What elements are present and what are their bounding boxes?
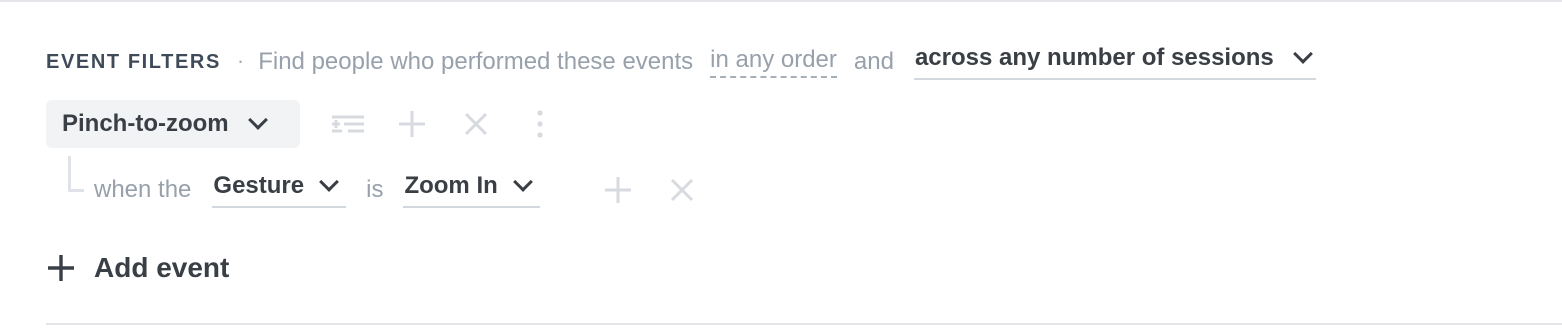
event-actions bbox=[330, 100, 558, 148]
filters-description: Find people who performed these events bbox=[258, 48, 694, 75]
more-vertical-icon bbox=[537, 110, 543, 138]
add-condition-button[interactable] bbox=[600, 172, 636, 208]
event-filters-header: EVENT FILTERS · Find people who performe… bbox=[46, 40, 1316, 84]
divider bbox=[46, 323, 1562, 325]
add-filter-button[interactable] bbox=[394, 106, 430, 142]
event-name: Pinch-to-zoom bbox=[62, 110, 229, 137]
close-icon bbox=[464, 112, 488, 136]
add-property-filter-button[interactable] bbox=[330, 106, 366, 142]
chevron-down-icon bbox=[1292, 44, 1313, 64]
conjunction-text: and bbox=[853, 48, 894, 75]
chevron-down-icon bbox=[247, 110, 268, 130]
condition-operator: is bbox=[366, 176, 384, 203]
event-filters-panel: EVENT FILTERS · Find people who performe… bbox=[0, 0, 1562, 330]
add-icon bbox=[399, 111, 425, 137]
more-options-button[interactable] bbox=[522, 106, 558, 142]
add-event-label: Add event bbox=[94, 252, 230, 283]
order-toggle[interactable]: in any order bbox=[710, 46, 837, 78]
condition-connector bbox=[68, 156, 84, 192]
add-event-button[interactable]: Add event bbox=[46, 246, 229, 290]
event-dropdown[interactable]: Pinch-to-zoom bbox=[46, 100, 300, 148]
property-dropdown[interactable]: Gesture bbox=[212, 172, 347, 208]
chevron-down-icon bbox=[512, 172, 533, 192]
chevron-down-icon bbox=[319, 172, 340, 192]
title-separator: · bbox=[236, 48, 245, 73]
close-icon bbox=[670, 178, 694, 202]
remove-event-button[interactable] bbox=[458, 106, 494, 142]
session-dropdown[interactable]: across any number of sessions bbox=[913, 44, 1316, 80]
remove-condition-button[interactable] bbox=[664, 172, 700, 208]
section-title: EVENT FILTERS bbox=[46, 50, 221, 73]
condition-prefix: when the bbox=[94, 176, 192, 203]
add-icon bbox=[605, 177, 631, 203]
session-dropdown-label: across any number of sessions bbox=[914, 44, 1274, 71]
property-condition: when the Gesture is Zoom In bbox=[94, 168, 540, 212]
property-value: Zoom In bbox=[404, 172, 498, 199]
value-dropdown[interactable]: Zoom In bbox=[403, 172, 540, 208]
condition-actions bbox=[600, 168, 700, 212]
property-name: Gesture bbox=[213, 172, 305, 199]
plus-icon bbox=[48, 255, 74, 281]
filter-icon bbox=[332, 115, 364, 133]
